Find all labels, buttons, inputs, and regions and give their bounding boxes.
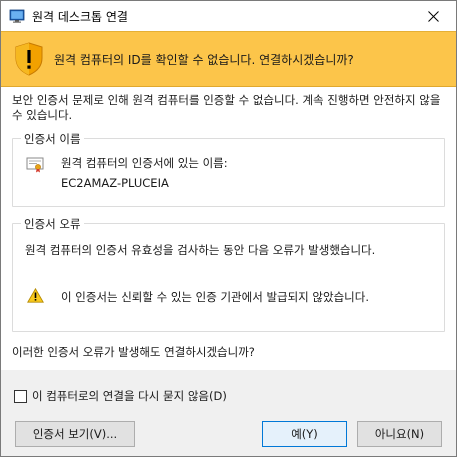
certificate-name-group-title: 인증서 이름 <box>21 131 84 147</box>
remote-desktop-icon <box>9 9 25 23</box>
dialog-content: 보안 인증서 문제로 인해 원격 컴퓨터를 인증할 수 없습니다. 계속 진행하… <box>1 87 456 370</box>
yes-button[interactable]: 예(Y) <box>262 421 347 447</box>
certificate-name-value: EC2AMAZ-PLUCEIA <box>61 176 169 190</box>
shield-warning-icon <box>15 42 43 76</box>
certificate-error-group: 인증서 오류 원격 컴퓨터의 인증서 유효성을 검사하는 동안 다음 오류가 발… <box>12 216 445 332</box>
certificate-name-group: 인증서 이름 원격 컴퓨터의 인증서에 있는 이름: EC2AMAZ-PLUCE… <box>12 131 445 207</box>
warning-banner: 원격 컴퓨터의 ID를 확인할 수 없습니다. 연결하시겠습니까? <box>1 31 456 87</box>
dont-ask-again-label[interactable]: 이 컴퓨터로의 연결을 다시 묻지 않음(D) <box>32 388 227 404</box>
certificate-error-group-title: 인증서 오류 <box>21 216 84 232</box>
close-button[interactable] <box>410 1 456 31</box>
warning-icon <box>27 288 44 303</box>
connect-question: 이러한 인증서 오류가 발생해도 연결하시겠습니까? <box>12 345 255 359</box>
intro-text: 보안 인증서 문제로 인해 원격 컴퓨터를 인증할 수 없습니다. 계속 진행하… <box>12 93 441 122</box>
dont-ask-again-checkbox[interactable]: 이 컴퓨터로의 연결을 다시 묻지 않음(D) <box>14 388 227 404</box>
certificate-name-label: 원격 컴퓨터의 인증서에 있는 이름: <box>61 156 228 170</box>
certificate-icon <box>26 157 44 173</box>
error-description: 원격 컴퓨터의 인증서 유효성을 검사하는 동안 다음 오류가 발생했습니다. <box>25 243 376 257</box>
title-bar: 원격 데스크톱 연결 <box>1 1 456 31</box>
dialog-window: 원격 데스크톱 연결 원격 컴퓨터의 ID를 확인할 수 없습니다. 연결하시겠… <box>0 0 457 457</box>
view-certificate-button[interactable]: 인증서 보기(V)... <box>15 421 135 447</box>
error-warning-text: 이 인증서는 신뢰할 수 있는 인증 기관에서 발급되지 않았습니다. <box>61 290 369 304</box>
checkbox-box[interactable] <box>14 389 27 403</box>
no-button[interactable]: 아니요(N) <box>357 421 442 447</box>
close-icon <box>427 10 439 22</box>
window-title: 원격 데스크톱 연결 <box>32 10 128 24</box>
banner-message: 원격 컴퓨터의 ID를 확인할 수 없습니다. 연결하시겠습니까? <box>54 53 354 67</box>
